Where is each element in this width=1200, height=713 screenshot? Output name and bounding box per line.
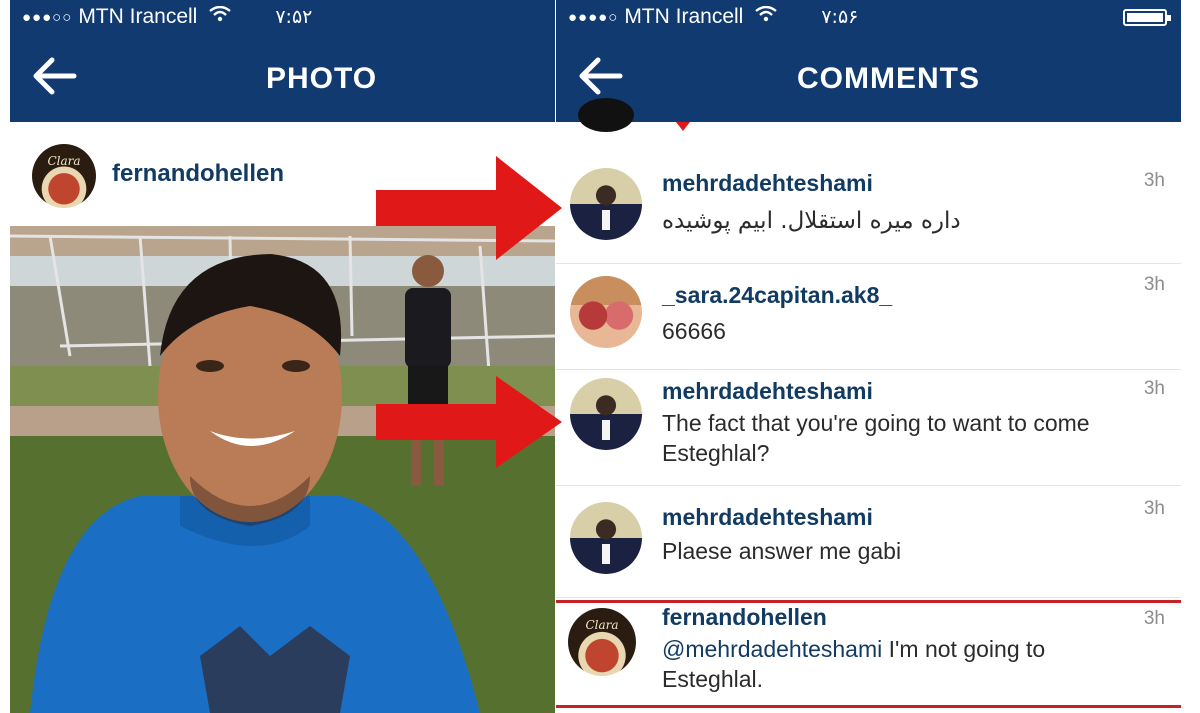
page-title: COMMENTS xyxy=(797,62,980,95)
comment-username[interactable]: mehrdadehteshami xyxy=(662,378,873,405)
comment-time: 3h xyxy=(1143,378,1165,399)
list-item[interactable]: mehrdadehteshami داره میره استقلال. ابیم… xyxy=(556,152,1181,264)
wifi-icon xyxy=(209,5,232,28)
status-bar: ●●●○○ MTN Irancell ۷:۵۲ xyxy=(10,0,555,34)
comment-text: Plaese answer me gabi xyxy=(662,538,902,564)
carrier-name: MTN Irancell xyxy=(624,5,744,28)
highlight-box xyxy=(556,600,1181,708)
page-title: PHOTO xyxy=(266,62,378,95)
signal-dots-icon: ●●●○○ xyxy=(22,8,73,26)
post-username[interactable]: fernandohellen xyxy=(112,160,284,188)
comment-time: 3h xyxy=(1143,170,1165,191)
comments-screen: ●●●●○ MTN Irancell ۷:۵۶ COMMENTS mehrdad… xyxy=(556,0,1181,713)
post-photo[interactable] xyxy=(10,226,555,713)
back-arrow-icon[interactable] xyxy=(32,56,78,96)
avatar[interactable] xyxy=(570,276,642,348)
signal-dots-icon: ●●●●○ xyxy=(568,8,619,26)
status-time: ۷:۵۲ xyxy=(275,6,313,28)
list-item[interactable]: mehrdadehteshami The fact that you're go… xyxy=(556,370,1181,486)
status-bar: ●●●●○ MTN Irancell ۷:۵۶ xyxy=(556,0,1181,34)
avatar[interactable]: Clara xyxy=(32,144,96,208)
battery-icon xyxy=(1123,9,1171,26)
nav-bar: PHOTO xyxy=(10,34,555,122)
comment-username[interactable]: _sara.24capitan.ak8_ xyxy=(662,282,892,309)
comment-username[interactable]: mehrdadehteshami xyxy=(662,504,873,531)
comment-username[interactable]: mehrdadehteshami xyxy=(662,170,873,197)
comment-time: 3h xyxy=(1143,498,1165,519)
avatar[interactable] xyxy=(570,168,642,240)
annotation-arrow xyxy=(376,156,562,260)
nav-bar: COMMENTS xyxy=(556,34,1181,122)
comments-list: mehrdadehteshami داره میره استقلال. ابیم… xyxy=(556,98,1181,713)
comment-text: 66666 xyxy=(662,318,726,344)
avatar[interactable] xyxy=(570,378,642,450)
photo-screen: ●●●○○ MTN Irancell ۷:۵۲ PHOTO Clara fern… xyxy=(10,0,555,713)
avatar-logo: Clara xyxy=(47,154,81,168)
annotation-arrow xyxy=(376,376,562,468)
list-item[interactable]: _sara.24capitan.ak8_ 66666 3h xyxy=(556,264,1181,370)
wifi-icon xyxy=(755,5,778,28)
comment-time: 3h xyxy=(1143,274,1165,295)
avatar[interactable] xyxy=(570,502,642,574)
comment-text: داره میره استقلال. ابیم پوشیده xyxy=(662,208,961,234)
partial-avatar xyxy=(578,98,634,132)
list-item[interactable]: mehrdadehteshami Plaese answer me gabi 3… xyxy=(556,486,1181,598)
carrier-name: MTN Irancell xyxy=(78,5,198,28)
annotation-marker xyxy=(676,122,690,131)
status-time: ۷:۵۶ xyxy=(821,6,859,28)
comment-text: The fact that you're going to want to co… xyxy=(662,410,1090,466)
